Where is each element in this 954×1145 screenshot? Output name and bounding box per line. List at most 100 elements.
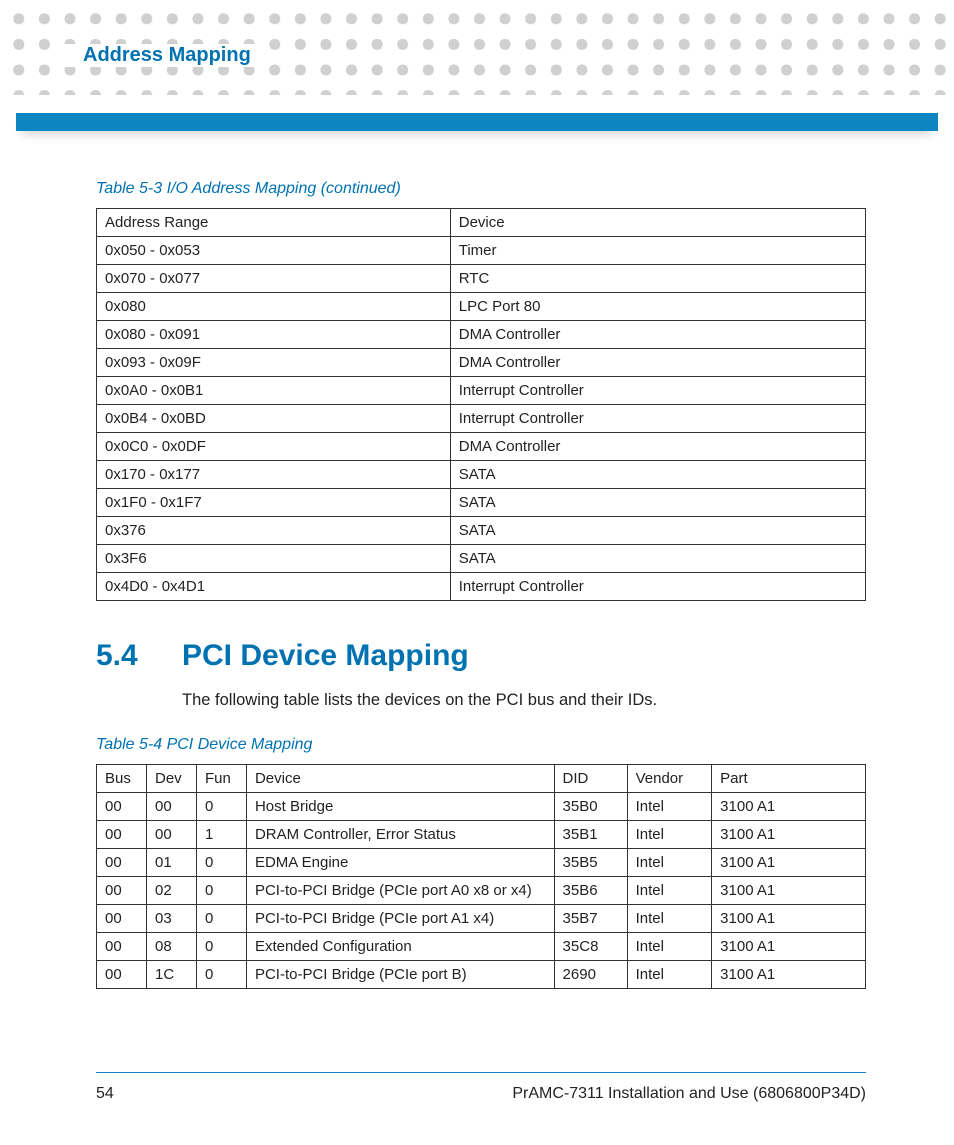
cell-device: DMA Controller bbox=[450, 321, 865, 349]
cell-dev: 00 bbox=[146, 793, 196, 821]
cell-dev: 00 bbox=[146, 821, 196, 849]
cell-vendor: Intel bbox=[627, 849, 712, 877]
table-header-row: Address Range Device bbox=[97, 209, 866, 237]
cell-device: Extended Configuration bbox=[246, 933, 554, 961]
cell-address-range: 0x0C0 - 0x0DF bbox=[97, 433, 451, 461]
cell-address-range: 0x3F6 bbox=[97, 545, 451, 573]
table-row: 0x1F0 - 0x1F7SATA bbox=[97, 489, 866, 517]
table-5-3-caption: Table 5-3 I/O Address Mapping (continued… bbox=[96, 180, 866, 198]
col-part: Part bbox=[712, 765, 866, 793]
table-row: 0x376SATA bbox=[97, 517, 866, 545]
cell-did: 35B5 bbox=[554, 849, 627, 877]
col-vendor: Vendor bbox=[627, 765, 712, 793]
col-dev: Dev bbox=[146, 765, 196, 793]
cell-device: Interrupt Controller bbox=[450, 573, 865, 601]
page-footer: 54 PrAMC-7311 Installation and Use (6806… bbox=[96, 1072, 866, 1103]
cell-dev: 01 bbox=[146, 849, 196, 877]
cell-dev: 02 bbox=[146, 877, 196, 905]
col-device: Device bbox=[246, 765, 554, 793]
cell-device: SATA bbox=[450, 517, 865, 545]
table-row: 0x080 - 0x091DMA Controller bbox=[97, 321, 866, 349]
cell-address-range: 0x0A0 - 0x0B1 bbox=[97, 377, 451, 405]
cell-did: 2690 bbox=[554, 961, 627, 989]
cell-address-range: 0x093 - 0x09F bbox=[97, 349, 451, 377]
io-address-mapping-table: Address Range Device 0x050 - 0x053Timer0… bbox=[96, 208, 866, 601]
cell-address-range: 0x050 - 0x053 bbox=[97, 237, 451, 265]
table-row: 0x3F6SATA bbox=[97, 545, 866, 573]
table-row: 0x050 - 0x053Timer bbox=[97, 237, 866, 265]
col-address-range: Address Range bbox=[97, 209, 451, 237]
cell-part: 3100 A1 bbox=[712, 933, 866, 961]
section-heading: 5.4PCI Device Mapping bbox=[96, 639, 866, 673]
cell-fun: 0 bbox=[196, 905, 246, 933]
table-5-4-caption: Table 5-4 PCI Device Mapping bbox=[96, 736, 866, 754]
table-row: 0x4D0 - 0x4D1Interrupt Controller bbox=[97, 573, 866, 601]
table-row: 0x0C0 - 0x0DFDMA Controller bbox=[97, 433, 866, 461]
section-intro: The following table lists the devices on… bbox=[182, 691, 866, 710]
cell-device: Interrupt Controller bbox=[450, 405, 865, 433]
cell-vendor: Intel bbox=[627, 821, 712, 849]
cell-fun: 0 bbox=[196, 877, 246, 905]
cell-device: SATA bbox=[450, 489, 865, 517]
col-device: Device bbox=[450, 209, 865, 237]
page-content: Table 5-3 I/O Address Mapping (continued… bbox=[96, 180, 866, 989]
cell-bus: 00 bbox=[97, 933, 147, 961]
cell-vendor: Intel bbox=[627, 933, 712, 961]
table-row: 00001DRAM Controller, Error Status35B1In… bbox=[97, 821, 866, 849]
page-number: 54 bbox=[96, 1085, 114, 1103]
table-row: 0x0B4 - 0x0BDInterrupt Controller bbox=[97, 405, 866, 433]
table-row: 00020PCI-to-PCI Bridge (PCIe port A0 x8 … bbox=[97, 877, 866, 905]
cell-device: LPC Port 80 bbox=[450, 293, 865, 321]
table-row: 0x0A0 - 0x0B1Interrupt Controller bbox=[97, 377, 866, 405]
cell-part: 3100 A1 bbox=[712, 961, 866, 989]
cell-dev: 1C bbox=[146, 961, 196, 989]
cell-vendor: Intel bbox=[627, 877, 712, 905]
cell-device: Host Bridge bbox=[246, 793, 554, 821]
cell-part: 3100 A1 bbox=[712, 821, 866, 849]
cell-device: PCI-to-PCI Bridge (PCIe port B) bbox=[246, 961, 554, 989]
page-header: Address Mapping bbox=[83, 44, 261, 67]
table-row: 00000Host Bridge35B0Intel3100 A1 bbox=[97, 793, 866, 821]
cell-bus: 00 bbox=[97, 793, 147, 821]
cell-address-range: 0x080 - 0x091 bbox=[97, 321, 451, 349]
cell-dev: 08 bbox=[146, 933, 196, 961]
cell-address-range: 0x4D0 - 0x4D1 bbox=[97, 573, 451, 601]
cell-bus: 00 bbox=[97, 821, 147, 849]
table-row: 0x170 - 0x177SATA bbox=[97, 461, 866, 489]
cell-did: 35B1 bbox=[554, 821, 627, 849]
cell-address-range: 0x0B4 - 0x0BD bbox=[97, 405, 451, 433]
cell-address-range: 0x070 - 0x077 bbox=[97, 265, 451, 293]
cell-address-range: 0x170 - 0x177 bbox=[97, 461, 451, 489]
cell-device: RTC bbox=[450, 265, 865, 293]
cell-address-range: 0x1F0 - 0x1F7 bbox=[97, 489, 451, 517]
cell-part: 3100 A1 bbox=[712, 905, 866, 933]
doc-title: PrAMC-7311 Installation and Use (6806800… bbox=[512, 1085, 866, 1103]
header-blue-bar bbox=[16, 113, 938, 131]
cell-device: DMA Controller bbox=[450, 349, 865, 377]
cell-did: 35B0 bbox=[554, 793, 627, 821]
cell-device: DRAM Controller, Error Status bbox=[246, 821, 554, 849]
cell-part: 3100 A1 bbox=[712, 849, 866, 877]
col-did: DID bbox=[554, 765, 627, 793]
table-header-row: Bus Dev Fun Device DID Vendor Part bbox=[97, 765, 866, 793]
table-row: 00030PCI-to-PCI Bridge (PCIe port A1 x4)… bbox=[97, 905, 866, 933]
cell-vendor: Intel bbox=[627, 961, 712, 989]
col-bus: Bus bbox=[97, 765, 147, 793]
page-title: Address Mapping bbox=[83, 44, 261, 67]
cell-did: 35B7 bbox=[554, 905, 627, 933]
cell-fun: 0 bbox=[196, 793, 246, 821]
cell-bus: 00 bbox=[97, 905, 147, 933]
cell-part: 3100 A1 bbox=[712, 877, 866, 905]
cell-device: PCI-to-PCI Bridge (PCIe port A0 x8 or x4… bbox=[246, 877, 554, 905]
table-row: 001C0PCI-to-PCI Bridge (PCIe port B)2690… bbox=[97, 961, 866, 989]
cell-device: DMA Controller bbox=[450, 433, 865, 461]
cell-device: EDMA Engine bbox=[246, 849, 554, 877]
section-title: PCI Device Mapping bbox=[182, 639, 469, 672]
cell-address-range: 0x080 bbox=[97, 293, 451, 321]
cell-fun: 1 bbox=[196, 821, 246, 849]
pci-device-mapping-table: Bus Dev Fun Device DID Vendor Part 00000… bbox=[96, 764, 866, 989]
cell-fun: 0 bbox=[196, 849, 246, 877]
cell-device: SATA bbox=[450, 545, 865, 573]
cell-device: Timer bbox=[450, 237, 865, 265]
cell-bus: 00 bbox=[97, 877, 147, 905]
